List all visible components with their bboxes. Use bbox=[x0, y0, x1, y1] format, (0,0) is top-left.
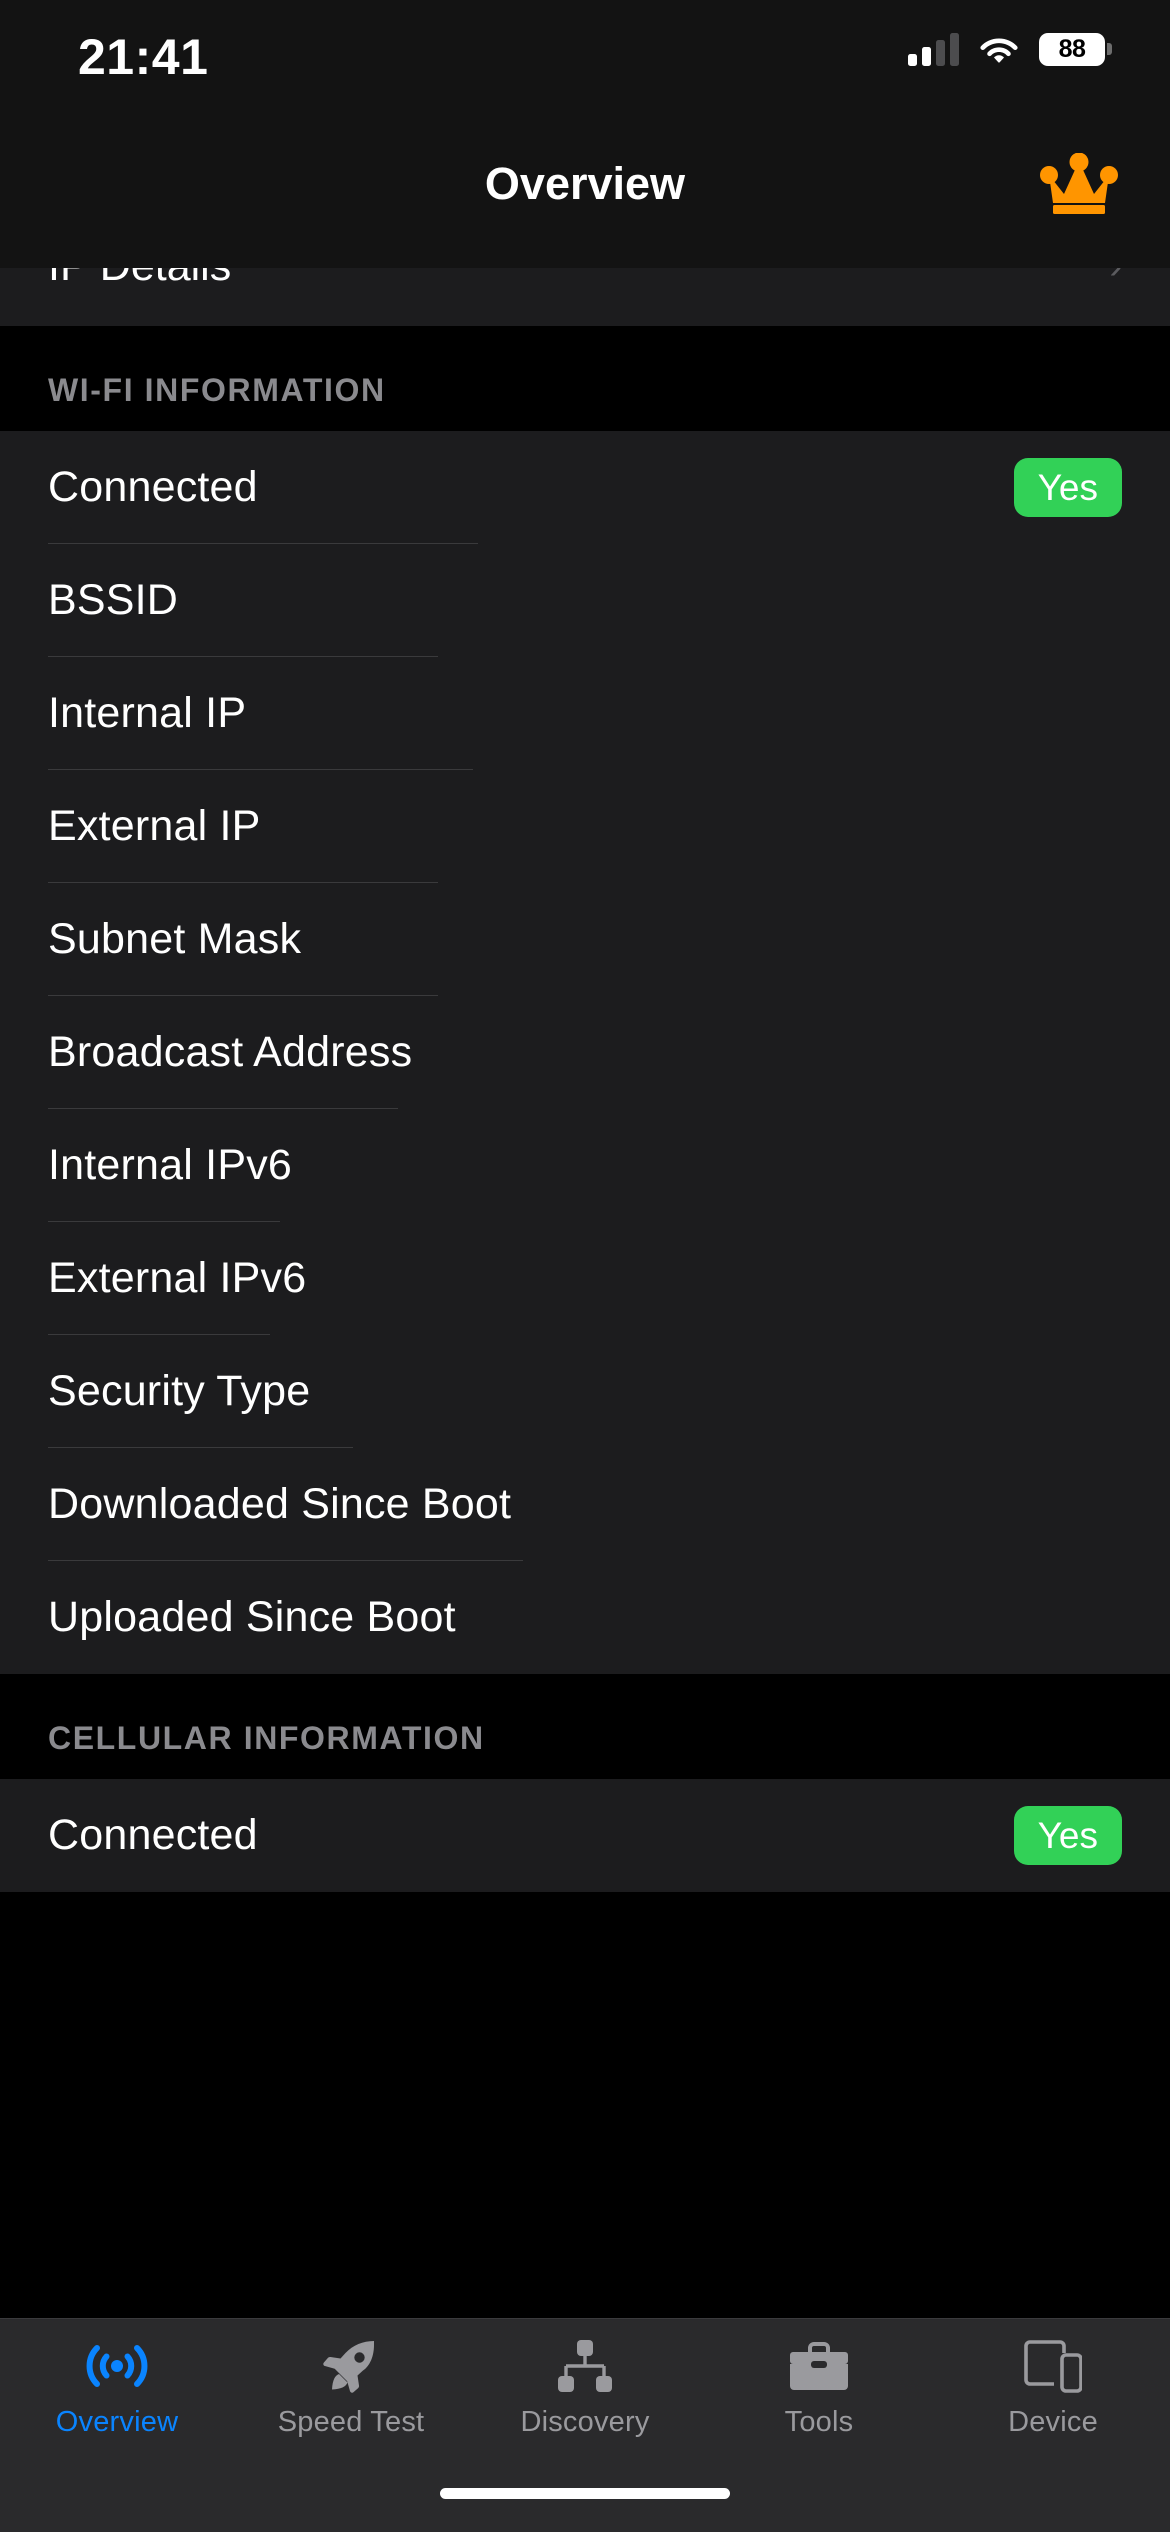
tab-label: Speed Test bbox=[278, 2406, 425, 2439]
tab-tools[interactable]: Tools bbox=[702, 2335, 936, 2439]
table-row[interactable]: Subnet Mask bbox=[0, 883, 1170, 996]
network-tree-icon bbox=[549, 2335, 621, 2397]
cellular-bars-icon bbox=[908, 32, 959, 66]
list-item-ip-details[interactable]: IP Details › bbox=[0, 268, 1170, 326]
row-label: Connected bbox=[48, 463, 258, 512]
status-bar-indicators: 88 bbox=[908, 32, 1112, 66]
table-row[interactable]: External IP bbox=[0, 770, 1170, 883]
battery-icon: 88 bbox=[1039, 33, 1112, 66]
list-item-label: IP Details bbox=[48, 268, 231, 291]
tab-label: Device bbox=[1008, 2406, 1098, 2439]
tab-speed-test[interactable]: Speed Test bbox=[234, 2335, 468, 2439]
toolbox-icon bbox=[783, 2335, 855, 2397]
battery-terminal bbox=[1107, 43, 1112, 55]
home-indicator-area bbox=[0, 2470, 1170, 2532]
crown-icon bbox=[1040, 153, 1118, 215]
row-label: External IP bbox=[48, 802, 261, 851]
wifi-icon bbox=[979, 34, 1019, 64]
row-label: Subnet Mask bbox=[48, 915, 301, 964]
table-row[interactable]: Connected Yes bbox=[0, 431, 1170, 544]
row-label: Security Type bbox=[48, 1367, 310, 1416]
broadcast-signal-icon bbox=[81, 2335, 153, 2397]
settings-sections: WI-FI INFORMATION Connected Yes BSSID Intern… bbox=[0, 326, 1170, 1892]
table-row[interactable]: Internal IPv6 bbox=[0, 1109, 1170, 1222]
table-row[interactable]: Uploaded Since Boot bbox=[0, 1561, 1170, 1674]
scroll-content[interactable]: IP Details › WI-FI INFORMATION Connected Y… bbox=[0, 268, 1170, 2318]
section-group: Connected Yes bbox=[0, 1779, 1170, 1892]
devices-icon bbox=[1017, 2335, 1089, 2397]
section-group: Connected Yes BSSID Internal IP External IP S… bbox=[0, 431, 1170, 1674]
tab-bar[interactable]: Overview Speed Test Discovery Tools Devi… bbox=[0, 2318, 1170, 2470]
row-label: Uploaded Since Boot bbox=[48, 1593, 456, 1642]
navigation-bar: Overview bbox=[0, 100, 1170, 268]
row-label: Downloaded Since Boot bbox=[48, 1480, 511, 1529]
rocket-icon bbox=[315, 2335, 387, 2397]
table-row[interactable]: Connected Yes bbox=[0, 1779, 1170, 1892]
section-header: WI-FI INFORMATION bbox=[0, 326, 1170, 431]
home-indicator bbox=[440, 2488, 730, 2499]
chevron-right-icon: › bbox=[1109, 268, 1122, 288]
status-bar-clock: 21:41 bbox=[78, 28, 208, 86]
table-row[interactable]: Security Type bbox=[0, 1335, 1170, 1448]
premium-crown-button[interactable] bbox=[1036, 148, 1122, 220]
tab-overview[interactable]: Overview bbox=[0, 2335, 234, 2439]
tab-label: Overview bbox=[56, 2406, 178, 2439]
row-label: External IPv6 bbox=[48, 1254, 306, 1303]
status-badge: Yes bbox=[1014, 458, 1122, 518]
tab-label: Tools bbox=[785, 2406, 854, 2439]
row-label: BSSID bbox=[48, 576, 178, 625]
row-label: Broadcast Address bbox=[48, 1028, 412, 1077]
battery-percent-label: 88 bbox=[1059, 37, 1086, 62]
table-row[interactable]: Broadcast Address bbox=[0, 996, 1170, 1109]
table-row[interactable]: Internal IP bbox=[0, 657, 1170, 770]
status-badge: Yes bbox=[1014, 1806, 1122, 1866]
status-bar: 21:41 88 bbox=[0, 0, 1170, 100]
table-row[interactable]: BSSID bbox=[0, 544, 1170, 657]
tab-label: Discovery bbox=[520, 2406, 649, 2439]
app-screen: 21:41 88 Overview bbox=[0, 0, 1170, 2532]
row-label: Internal IPv6 bbox=[48, 1141, 292, 1190]
tab-discovery[interactable]: Discovery bbox=[468, 2335, 702, 2439]
row-label: Connected bbox=[48, 1811, 258, 1860]
row-label: Internal IP bbox=[48, 689, 246, 738]
table-row[interactable]: Downloaded Since Boot bbox=[0, 1448, 1170, 1561]
tab-device[interactable]: Device bbox=[936, 2335, 1170, 2439]
section-header: CELLULAR INFORMATION bbox=[0, 1674, 1170, 1779]
page-title: Overview bbox=[485, 158, 685, 210]
table-row[interactable]: External IPv6 bbox=[0, 1222, 1170, 1335]
